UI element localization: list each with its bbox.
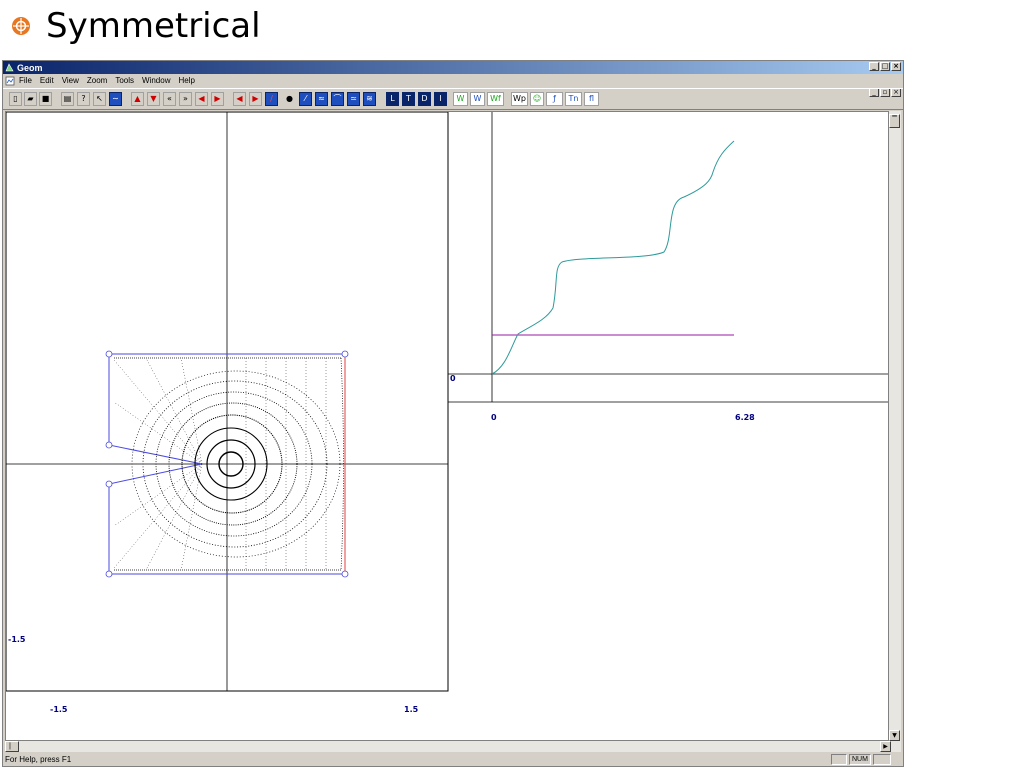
window-title: Geom [17,62,43,73]
scroll-right-arrow-icon[interactable]: ▶ [880,741,891,752]
scroll-down-arrow-icon[interactable]: ▼ [889,730,900,741]
menu-window[interactable]: Window [142,76,170,85]
minimize-button[interactable]: _ [869,62,879,71]
function-curve [491,140,735,375]
menu-file[interactable]: File [19,76,32,85]
document-menu-icon[interactable] [5,76,15,86]
right-plot: 0 0 6.28 [448,112,888,422]
open-folder-icon[interactable]: ▰ [24,92,37,106]
status-bar: For Help, press F1 NUM [3,753,903,767]
arrow-down-icon[interactable]: ▼ [147,92,160,106]
w-green-icon[interactable]: W [453,92,468,106]
status-panel-blank [873,754,891,765]
right-x-start-label: 0 [491,413,497,422]
left-plot: -1.5 -1.5 1.5 [6,112,449,714]
print-icon[interactable]: ▤ [61,92,74,106]
rewind-icon[interactable]: « [163,92,176,106]
step-left-icon[interactable]: ◀ [233,92,246,106]
menu-help[interactable]: Help [178,76,194,85]
curve-tool-2-icon[interactable]: ≈ [315,92,328,106]
menu-tools[interactable]: Tools [115,76,134,85]
i-tool-icon[interactable]: I [434,92,447,106]
left-x-min-label: -1.5 [50,705,68,714]
window-titlebar[interactable]: Geom _ □ × [3,61,903,74]
step-right-icon[interactable]: ▶ [249,92,262,106]
menu-view[interactable]: View [62,76,79,85]
menu-zoom[interactable]: Zoom [87,76,107,85]
vertical-scrollbar[interactable]: ▔ ▼ [889,111,901,741]
close-button[interactable]: × [891,62,901,71]
right-y-zero-label: 0 [450,374,456,383]
arrow-right-icon[interactable]: ▶ [211,92,224,106]
function-tool-icon[interactable]: ƒ [546,92,563,106]
status-help-text: For Help, press F1 [5,755,72,764]
wp-tool-icon[interactable]: Wp [511,92,528,106]
wf-tool-icon[interactable]: Wf [487,92,504,106]
toolbar: ▯ ▰ ■ ▤ ? ↖ ∼ ▲ ▼ « » ◀ ▶ ◀ ▶ ∕ ● ⁄ ≈ ⌒ … [3,88,903,110]
help-question-icon[interactable]: ? [77,92,90,106]
plot-canvas[interactable]: -1.5 -1.5 1.5 0 0 6.28 [5,111,889,741]
fl-tool-icon[interactable]: fl [584,92,599,106]
graph-view-icon[interactable]: ∼ [109,92,122,106]
status-num-indicator: NUM [849,754,871,765]
right-x-end-label: 6.28 [735,413,755,422]
menu-edit[interactable]: Edit [40,76,54,85]
maximize-button[interactable]: □ [880,62,890,71]
save-disk-icon[interactable]: ■ [39,92,52,106]
l-tool-icon[interactable]: L [386,92,399,106]
left-y-min-label: -1.5 [8,635,26,644]
fast-forward-icon[interactable]: » [179,92,192,106]
w-blue-icon[interactable]: W [470,92,485,106]
status-panel-empty [831,754,847,765]
curve-tool-3-icon[interactable]: ⌒ [331,92,344,106]
curve-tool-5-icon[interactable]: ≋ [363,92,376,106]
curve-tool-4-icon[interactable]: ≃ [347,92,360,106]
left-x-max-label: 1.5 [404,705,419,714]
slide-title-text: Symmetrical [46,6,261,46]
arrow-up-icon[interactable]: ▲ [131,92,144,106]
tn-tool-icon[interactable]: Tn [565,92,582,106]
arrow-left-icon[interactable]: ◀ [195,92,208,106]
new-file-icon[interactable]: ▯ [9,92,22,106]
plot-red-icon[interactable]: ∕ [265,92,278,106]
geom-app-icon [5,63,14,72]
crosshair-bullet-icon [12,17,30,35]
menu-bar: File Edit View Zoom Tools Window Help _ … [3,74,903,97]
curve-tool-1-icon[interactable]: ⁄ [299,92,312,106]
person-tool-icon[interactable]: ☺ [530,92,544,106]
geom-window: Geom _ □ × File Edit View Zoom Tools Win… [2,60,904,767]
slide-title: Symmetrical [10,4,261,48]
horizontal-scrollbar[interactable]: ▏ ▶ [5,741,901,752]
t-tool-icon[interactable]: T [402,92,415,106]
scroll-thumb-vertical[interactable]: ▔ [889,114,900,128]
context-help-icon[interactable]: ↖ [93,92,106,106]
d-tool-icon[interactable]: D [418,92,431,106]
scroll-thumb-horizontal[interactable]: ▏ [5,741,19,752]
point-dot-icon[interactable]: ● [283,92,296,106]
